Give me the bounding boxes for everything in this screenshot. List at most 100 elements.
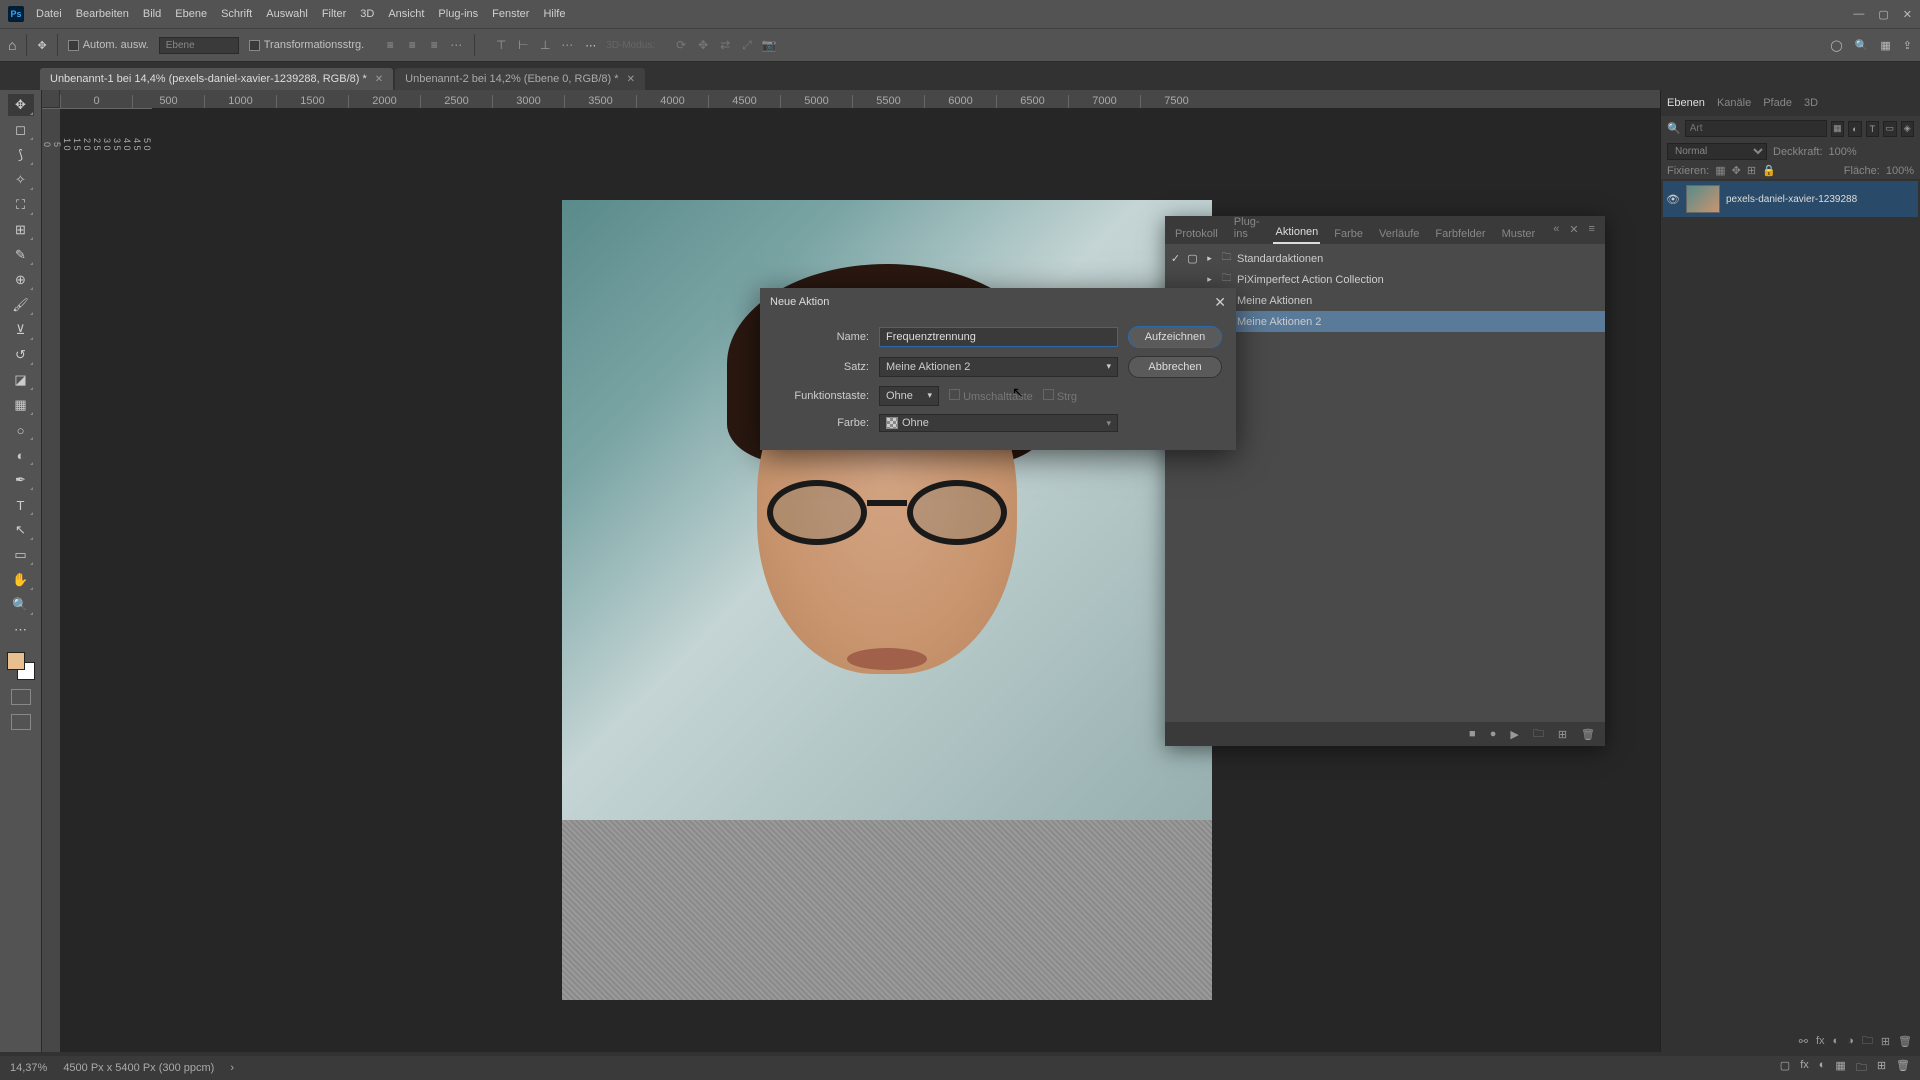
status-icon-5[interactable]: 🗀 [1856,1059,1867,1078]
lock-artboard-icon[interactable]: ⊞ [1747,164,1756,177]
menu-filter[interactable]: Filter [322,8,346,20]
close-dialog-icon[interactable]: ✕ [1214,294,1226,311]
align-right-icon[interactable]: ≡ [426,37,442,53]
group-icon[interactable]: 🗀 [1862,1032,1873,1051]
document-dims[interactable]: 4500 Px x 5400 Px (300 ppcm) [63,1062,214,1074]
align-middle-icon[interactable]: ⊢ [515,37,531,53]
color-swatches[interactable] [7,652,35,680]
tab-protokoll[interactable]: Protokoll [1173,224,1220,244]
zoom-value[interactable]: 14,37% [10,1062,47,1074]
expand-icon[interactable]: ▸ [1203,274,1216,285]
tab-plugins[interactable]: Plug-ins [1232,212,1262,244]
menu-hilfe[interactable]: Hilfe [543,8,565,20]
menu-3d[interactable]: 3D [360,8,374,20]
tab-ebenen[interactable]: Ebenen [1667,97,1705,109]
type-tool[interactable]: T [8,494,34,516]
toggle-dialog-icon[interactable]: ▢ [1186,252,1199,265]
lasso-tool[interactable]: ⟆ [8,144,34,166]
toggle-check-icon[interactable]: ✓ [1169,252,1182,265]
expand-icon[interactable]: ▸ [1203,253,1216,264]
frame-tool[interactable]: ⊞ [8,219,34,241]
fill-value[interactable]: 100% [1886,165,1914,177]
move-tool[interactable]: ✥ [8,94,34,116]
tab-farbe[interactable]: Farbe [1332,224,1365,244]
close-tab-icon[interactable]: ✕ [627,74,635,85]
link-icon[interactable]: ⚯ [1799,1035,1808,1048]
foreground-swatch[interactable] [7,652,25,670]
align-bottom-icon[interactable]: ⊥ [537,37,553,53]
marquee-tool[interactable]: ◻ [8,119,34,141]
action-set-select[interactable]: Meine Aktionen 2▾ [879,357,1118,377]
stop-icon[interactable]: ■ [1469,728,1476,740]
search-icon[interactable]: 🔍 [1855,39,1869,52]
gradient-tool[interactable]: ▦ [8,394,34,416]
tab-aktionen[interactable]: Aktionen [1273,222,1320,244]
blur-tool[interactable]: ○ [8,419,34,441]
visibility-icon[interactable]: 👁 [1666,193,1680,206]
trash-icon[interactable]: 🗑 [1581,728,1595,741]
align-left-icon[interactable]: ≡ [382,37,398,53]
path-tool[interactable]: ↖ [8,519,34,541]
doc-tab-2[interactable]: Unbenannt-2 bei 14,2% (Ebene 0, RGB/8) *… [395,68,645,90]
align-center-h-icon[interactable]: ≡ [404,37,420,53]
record-icon[interactable]: ● [1490,728,1497,740]
menu-ebene[interactable]: Ebene [175,8,207,20]
status-arrow-icon[interactable]: › [230,1062,234,1074]
action-set-standard[interactable]: ✓ ▢ ▸ 🗀 Standardaktionen [1165,248,1605,269]
layer-dropdown[interactable]: Ebene [159,37,239,54]
layer-filter-input[interactable] [1685,120,1827,137]
menu-auswahl[interactable]: Auswahl [266,8,308,20]
filter-adjust-icon[interactable]: ◐ [1848,121,1861,137]
stamp-tool[interactable]: ⊻ [8,319,34,341]
panel-menu-icon[interactable]: ≡ [1587,219,1597,240]
eyedropper-tool[interactable]: ✎ [8,244,34,266]
lock-pixels-icon[interactable]: ▦ [1715,164,1725,177]
menu-bild[interactable]: Bild [143,8,161,20]
eraser-tool[interactable]: ◪ [8,369,34,391]
crop-tool[interactable]: ⛶ [8,194,34,216]
adjustment-icon[interactable]: ◑ [1847,1035,1854,1047]
dialog-titlebar[interactable]: Neue Aktion ✕ [760,288,1236,316]
menu-ansicht[interactable]: Ansicht [388,8,424,20]
tab-3d[interactable]: 3D [1804,97,1818,109]
menu-datei[interactable]: Datei [36,8,62,20]
dodge-tool[interactable]: ◐ [8,444,34,466]
status-icon-6[interactable]: ⊞ [1877,1059,1886,1078]
new-action-icon[interactable]: ⊞ [1558,728,1567,741]
layer-name[interactable]: pexels-daniel-xavier-1239288 [1726,194,1857,205]
trash-icon[interactable]: 🗑 [1898,1035,1912,1048]
brush-tool[interactable]: 🖌 [8,294,34,316]
lock-all-icon[interactable]: 🔒 [1762,164,1776,177]
lock-position-icon[interactable]: ✥ [1732,164,1741,177]
status-icon-1[interactable]: ▢ [1780,1059,1790,1078]
menu-plugins[interactable]: Plug-ins [438,8,478,20]
move-tool-icon[interactable]: ✥ [37,39,46,52]
wand-tool[interactable]: ✧ [8,169,34,191]
menu-schrift[interactable]: Schrift [221,8,252,20]
history-brush-tool[interactable]: ↺ [8,344,34,366]
tab-verlaeufe[interactable]: Verläufe [1377,224,1421,244]
tab-muster[interactable]: Muster [1500,224,1538,244]
workspace-icon[interactable]: ▦ [1880,39,1890,52]
new-set-icon[interactable]: 🗀 [1533,725,1544,744]
tab-kanaele[interactable]: Kanäle [1717,97,1751,109]
zoom-tool[interactable]: 🔍 [8,594,34,616]
record-button[interactable]: Aufzeichnen [1128,326,1222,348]
filter-pixel-icon[interactable]: ▦ [1831,121,1844,137]
status-icon-7[interactable]: 🗑 [1896,1059,1910,1078]
cancel-button[interactable]: Abbrechen [1128,356,1222,378]
tab-pfade[interactable]: Pfade [1763,97,1792,109]
tab-farbfelder[interactable]: Farbfelder [1433,224,1487,244]
function-key-select[interactable]: Ohne▾ [879,386,939,406]
menu-bearbeiten[interactable]: Bearbeiten [76,8,129,20]
auto-select-checkbox[interactable]: Autom. ausw. [68,39,149,51]
close-window-icon[interactable]: ✕ [1903,8,1912,21]
minimize-icon[interactable]: — [1853,8,1864,21]
pen-tool[interactable]: ✒ [8,469,34,491]
doc-tab-1[interactable]: Unbenannt-1 bei 14,4% (pexels-daniel-xav… [40,68,393,90]
fx-icon[interactable]: fx [1816,1035,1825,1047]
layer-thumbnail[interactable] [1686,185,1720,213]
hand-tool[interactable]: ✋ [8,569,34,591]
overflow-icon[interactable]: ⋯ [585,39,596,52]
more-align-icon[interactable]: ⋯ [559,37,575,53]
